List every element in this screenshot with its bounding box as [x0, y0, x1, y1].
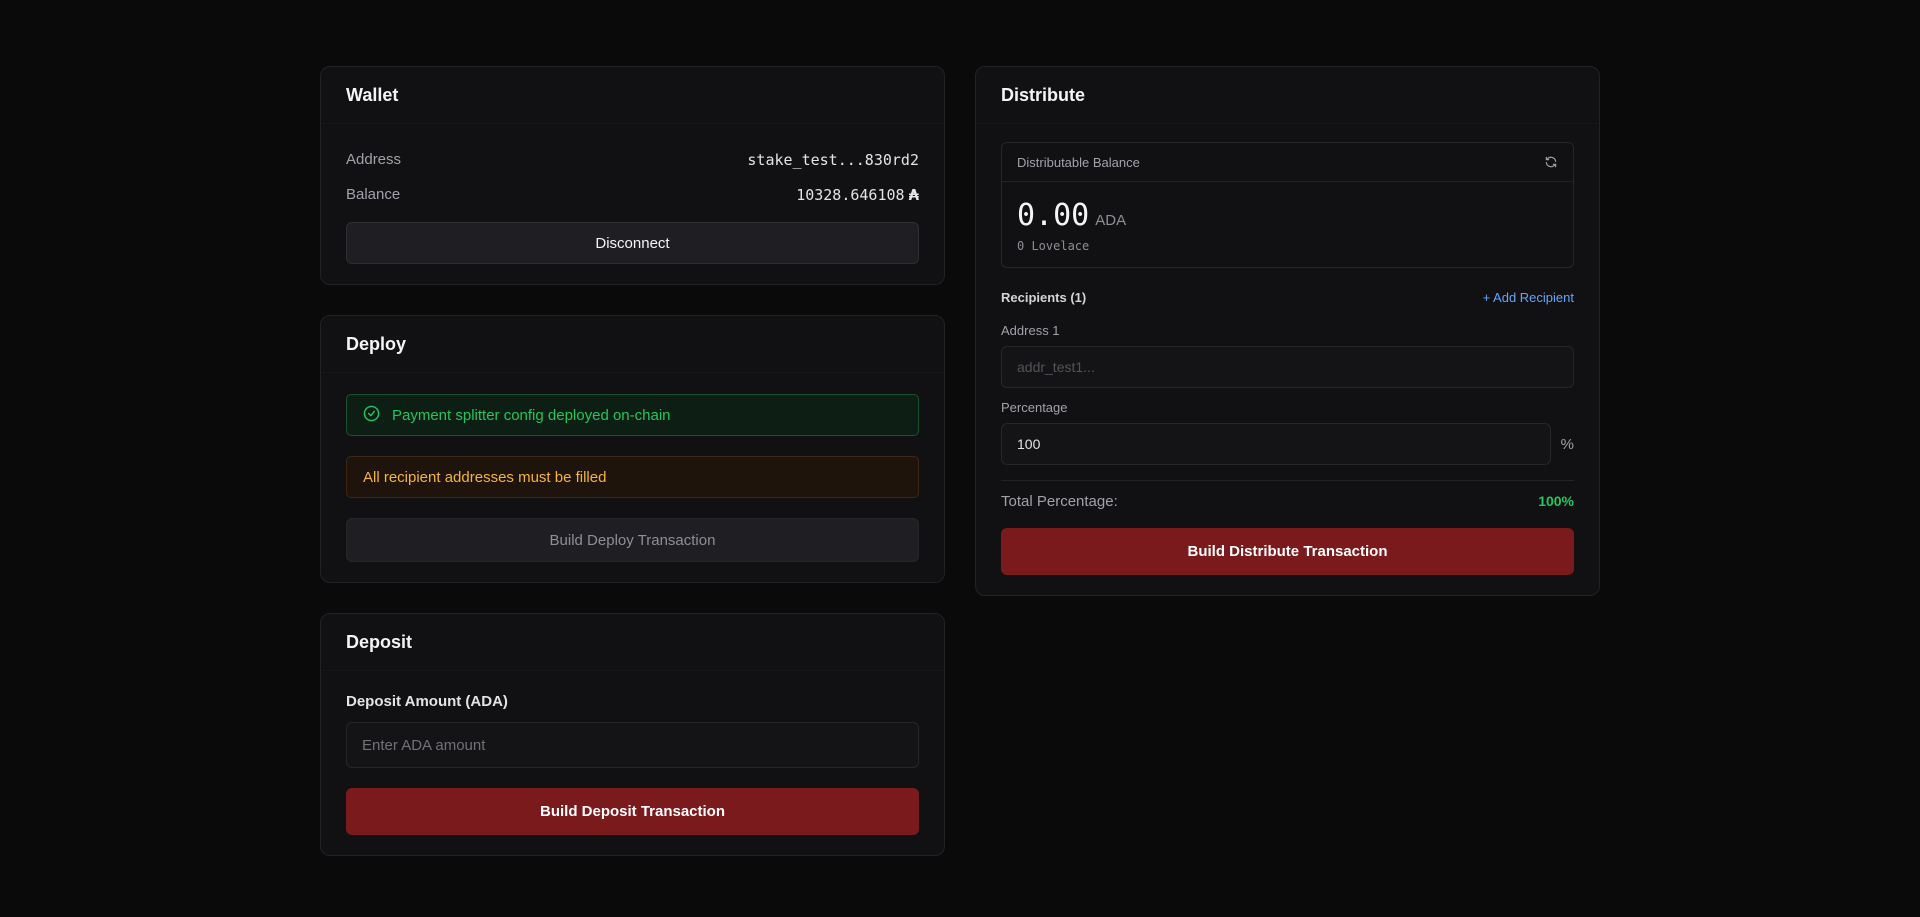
- deploy-card: Deploy Payment splitter config deployed …: [320, 315, 945, 583]
- check-circle-icon: [363, 405, 380, 426]
- recipient-address-input[interactable]: [1001, 346, 1574, 388]
- total-percentage-row: Total Percentage: 100%: [1001, 480, 1574, 510]
- build-deposit-button[interactable]: Build Deposit Transaction: [346, 788, 919, 835]
- distributable-balance-box: Distributable Balance 0.00 ADA 0 Lovelace: [1001, 142, 1574, 268]
- total-percentage-value: 100%: [1538, 493, 1574, 509]
- deploy-warning-alert: All recipient addresses must be filled: [346, 456, 919, 498]
- deposit-amount-input[interactable]: [346, 722, 919, 768]
- deposit-card: Deposit Deposit Amount (ADA) Build Depos…: [320, 613, 945, 856]
- distributable-balance-value: 0.00: [1017, 198, 1090, 233]
- distributable-balance-unit: ADA: [1095, 212, 1127, 229]
- distribute-title: Distribute: [976, 67, 1599, 124]
- main-layout: Wallet Address stake_test...830rd2 Balan…: [320, 66, 1600, 856]
- deposit-amount-label: Deposit Amount (ADA): [346, 693, 508, 710]
- deploy-title: Deploy: [321, 316, 944, 373]
- percentage-input[interactable]: [1001, 423, 1551, 465]
- address-1-label: Address 1: [1001, 323, 1060, 338]
- address-value: stake_test...830rd2: [747, 150, 919, 169]
- success-message: Payment splitter config deployed on-chai…: [392, 406, 671, 424]
- build-deploy-button[interactable]: Build Deploy Transaction: [346, 518, 919, 562]
- address-label: Address: [346, 151, 402, 168]
- balance-label: Balance: [346, 186, 401, 203]
- deploy-success-alert: Payment splitter config deployed on-chai…: [346, 394, 919, 436]
- add-recipient-link[interactable]: + Add Recipient: [1483, 290, 1574, 305]
- percentage-label: Percentage: [1001, 400, 1068, 415]
- lovelace-value: 0 Lovelace: [1017, 239, 1090, 253]
- refresh-icon[interactable]: [1544, 155, 1558, 169]
- balance-value: 10328.646108: [796, 185, 905, 204]
- wallet-title: Wallet: [321, 67, 944, 124]
- left-column: Wallet Address stake_test...830rd2 Balan…: [320, 66, 945, 856]
- balance-display: 10328.646108 ₳: [796, 186, 919, 204]
- balance-row: Balance 10328.646108 ₳: [346, 177, 919, 212]
- wallet-card: Wallet Address stake_test...830rd2 Balan…: [320, 66, 945, 285]
- build-distribute-button[interactable]: Build Distribute Transaction: [1001, 528, 1574, 575]
- ada-symbol-icon: ₳: [908, 185, 919, 204]
- percent-symbol: %: [1560, 435, 1574, 453]
- recipients-label: Recipients (1): [1001, 290, 1087, 305]
- address-row: Address stake_test...830rd2: [346, 142, 919, 177]
- distributable-balance-label: Distributable Balance: [1017, 154, 1140, 170]
- deposit-title: Deposit: [321, 614, 944, 671]
- total-percentage-label: Total Percentage:: [1001, 493, 1118, 510]
- warning-message: All recipient addresses must be filled: [363, 468, 607, 486]
- disconnect-button[interactable]: Disconnect: [346, 222, 919, 264]
- right-column: Distribute Distributable Balance 0.00 ADA…: [975, 66, 1600, 596]
- recipients-header: Recipients (1) + Add Recipient: [1001, 290, 1574, 305]
- distribute-card: Distribute Distributable Balance 0.00 ADA…: [975, 66, 1600, 596]
